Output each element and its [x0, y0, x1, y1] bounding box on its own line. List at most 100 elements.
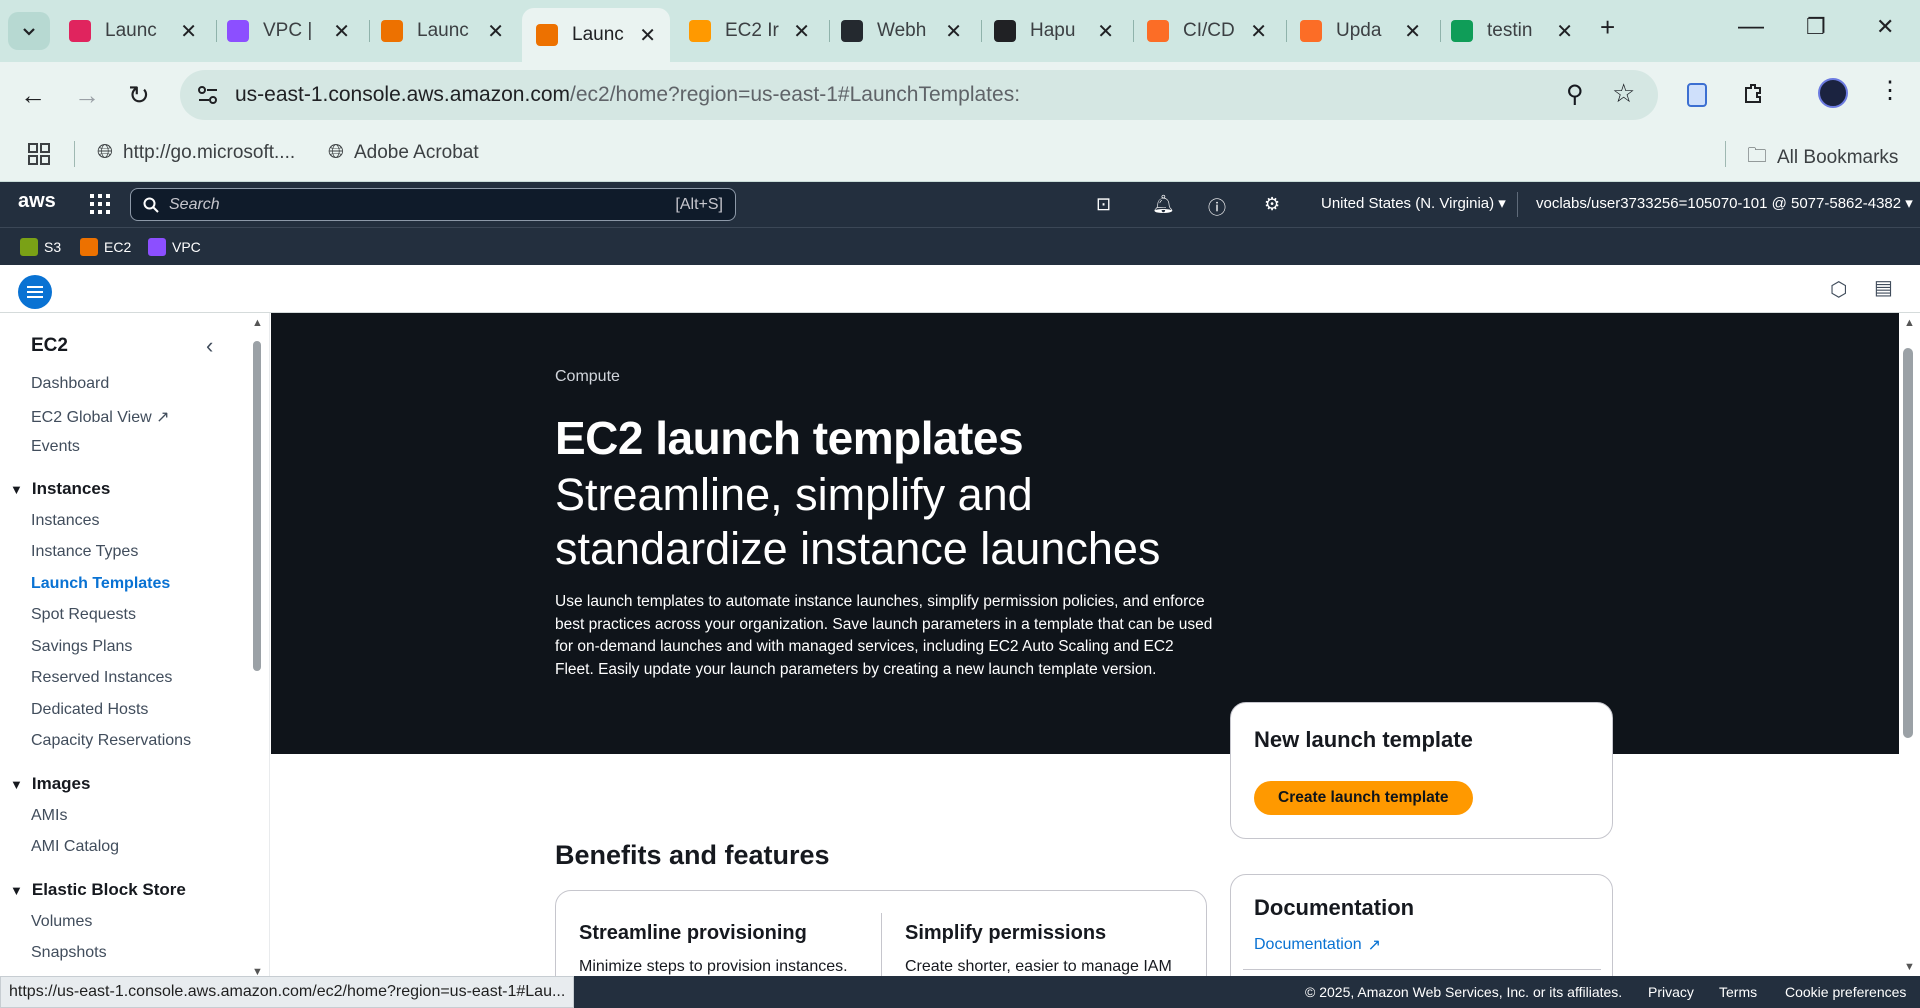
sidebar-item[interactable]: AMI Catalog — [31, 838, 119, 856]
all-bookmarks[interactable]: 🗀 All Bookmarks — [1747, 141, 1898, 175]
create-launch-template-button[interactable]: Create launch template — [1254, 781, 1473, 815]
new-tab-button[interactable]: + — [1600, 12, 1615, 43]
tab-close-icon[interactable]: ✕ — [333, 19, 350, 44]
help-icon[interactable]: ⓘ — [1208, 194, 1226, 220]
sidepanel-icon[interactable] — [1686, 82, 1708, 108]
favorite-s3[interactable]: S3 — [20, 238, 61, 256]
documentation-heading: Documentation — [1254, 895, 1415, 920]
sidebar-item[interactable]: Instance Types — [31, 543, 138, 561]
nav-menu-button[interactable] — [18, 275, 52, 309]
extensions-icon[interactable] — [1742, 82, 1766, 106]
tab-close-icon[interactable]: ✕ — [1556, 19, 1573, 44]
tab-search-button[interactable] — [8, 12, 50, 50]
more-menu-icon[interactable]: ⋮ — [1878, 76, 1902, 105]
aws-top-nav: aws Search [Alt+S] ⊡ 🔔︎ ⓘ ⚙ United State… — [0, 182, 1920, 227]
sidebar-section[interactable]: ▼ Elastic Block Store — [10, 880, 186, 900]
address-bar[interactable]: us-east-1.console.aws.amazon.com/ec2/hom… — [180, 70, 1658, 120]
profile-avatar[interactable] — [1818, 78, 1848, 108]
sidebar-item[interactable]: Reserved Instances — [31, 669, 172, 687]
sidebar-item[interactable]: Volumes — [31, 913, 92, 931]
browser-tab[interactable]: CI/CD ✕ — [1133, 10, 1281, 52]
browser-tab[interactable]: VPC | ✕ — [213, 10, 364, 52]
minimize-button[interactable]: — — [1738, 10, 1764, 41]
tab-close-icon[interactable]: ✕ — [945, 19, 962, 44]
zoom-icon[interactable]: ⚲ — [1566, 80, 1584, 109]
bookmark-microsoft[interactable]: 🌐︎ http://go.microsoft.... — [97, 141, 295, 164]
tab-title: testin — [1487, 20, 1533, 41]
sidebar-item[interactable]: EC2 Global View ↗ — [31, 407, 170, 427]
notifications-bell-icon[interactable]: 🔔︎ — [1152, 194, 1175, 215]
sidebar-item[interactable]: Instances — [31, 512, 99, 530]
cookie-preferences-link[interactable]: Cookie preferences — [1785, 984, 1906, 1000]
forward-button[interactable]: → — [74, 80, 100, 111]
browser-tab[interactable]: Webh ✕ — [827, 10, 976, 52]
external-link-icon: ↗ — [1367, 937, 1382, 954]
browser-tab[interactable]: testin ✕ — [1437, 10, 1587, 52]
browser-tab[interactable]: Launc ✕ — [367, 10, 518, 52]
sidebar-scroll-thumb[interactable] — [253, 341, 261, 671]
documentation-link-label: Documentation — [1254, 936, 1362, 953]
sidebar-item[interactable]: Savings Plans — [31, 638, 132, 656]
sidebar-item[interactable]: Capacity Reservations — [31, 732, 191, 750]
restore-button[interactable]: ❐ — [1806, 14, 1826, 40]
tab-favicon-icon — [536, 24, 558, 46]
privacy-link[interactable]: Privacy — [1648, 984, 1694, 1000]
back-button[interactable]: ← — [20, 80, 46, 111]
browser-tab[interactable]: EC2 Ir ✕ — [675, 10, 824, 52]
link-status-bar: https://us-east-1.console.aws.amazon.com… — [0, 976, 575, 1008]
browser-tab-strip: Launc ✕ VPC | ✕ Launc ✕ Launc ✕ EC2 Ir ✕ Webh ✕ Hapu… — [0, 0, 1920, 62]
sidebar-item[interactable]: Snapshots — [31, 944, 107, 962]
vpc-service-icon — [148, 238, 166, 256]
browser-tab[interactable]: Launc ✕ — [522, 8, 670, 62]
feedback-icon[interactable]: ⬡ — [1830, 277, 1847, 302]
page-scrollbar[interactable]: ▲ ▼ — [1899, 313, 1920, 976]
browser-tab[interactable]: Upda ✕ — [1286, 10, 1435, 52]
settings-gear-icon[interactable]: ⚙ — [1264, 194, 1280, 215]
services-grid-icon[interactable] — [90, 194, 110, 214]
sidebar-scrollbar[interactable]: ▲ ▼ — [250, 317, 264, 976]
tab-close-icon[interactable]: ✕ — [1250, 19, 1267, 44]
sidebar-item[interactable]: Dashboard — [31, 375, 109, 393]
close-window-button[interactable]: ✕ — [1876, 14, 1894, 40]
browser-toolbar: ← → ↻ us-east-1.console.aws.amazon.com/e… — [0, 62, 1920, 127]
sidebar-item[interactable]: Dedicated Hosts — [31, 701, 148, 719]
bookmark-acrobat[interactable]: 🌐︎ Adobe Acrobat — [328, 141, 479, 164]
favorite-ec2[interactable]: EC2 — [80, 238, 131, 256]
apps-grid-icon[interactable] — [28, 143, 50, 165]
reload-button[interactable]: ↻ — [128, 80, 150, 111]
aws-search-input[interactable]: Search [Alt+S] — [130, 188, 736, 221]
cloudshell-icon[interactable]: ⊡ — [1096, 194, 1111, 215]
tab-close-icon[interactable]: ✕ — [487, 19, 504, 44]
sidebar-item[interactable]: Events — [31, 438, 80, 456]
sidebar-item[interactable]: AMIs — [31, 807, 67, 825]
tab-close-icon[interactable]: ✕ — [1404, 19, 1421, 44]
favorite-vpc[interactable]: VPC — [148, 238, 201, 256]
page-scroll-thumb[interactable] — [1903, 348, 1913, 738]
tab-close-icon[interactable]: ✕ — [793, 19, 810, 44]
browser-tab[interactable]: Hapu ✕ — [980, 10, 1128, 52]
globe-icon: 🌐︎ — [328, 141, 344, 163]
tab-close-icon[interactable]: ✕ — [180, 19, 197, 44]
favorite-label: S3 — [44, 239, 62, 255]
site-info-icon[interactable] — [197, 85, 219, 105]
display-settings-icon[interactable]: ▤ — [1874, 275, 1893, 300]
sidebar-item[interactable]: Spot Requests — [31, 606, 136, 624]
account-menu[interactable]: voclabs/user3733256=105070-101 @ 5077-58… — [1536, 194, 1913, 212]
tab-favicon-icon — [381, 20, 403, 42]
tab-favicon-icon — [1300, 20, 1322, 42]
browser-tab[interactable]: Launc ✕ — [55, 10, 211, 52]
sidebar-item[interactable]: Launch Templates — [31, 575, 170, 593]
sidebar-section[interactable]: ▼ Instances — [10, 479, 110, 499]
aws-logo[interactable]: aws — [18, 190, 56, 213]
tab-close-icon[interactable]: ✕ — [639, 23, 656, 48]
terms-link[interactable]: Terms — [1719, 984, 1757, 1000]
collapse-sidebar-icon[interactable]: ‹ — [206, 333, 213, 359]
documentation-link[interactable]: Documentation ↗ — [1254, 935, 1381, 955]
tab-title: CI/CD — [1183, 20, 1235, 41]
region-selector[interactable]: United States (N. Virginia) ▾ — [1321, 194, 1506, 212]
sidebar-section[interactable]: ▼ Images — [10, 774, 90, 794]
tab-close-icon[interactable]: ✕ — [1097, 19, 1114, 44]
sidebar-title[interactable]: EC2 — [31, 335, 68, 357]
bookmark-star-icon[interactable]: ☆ — [1612, 78, 1635, 109]
tab-favicon-icon — [994, 20, 1016, 42]
